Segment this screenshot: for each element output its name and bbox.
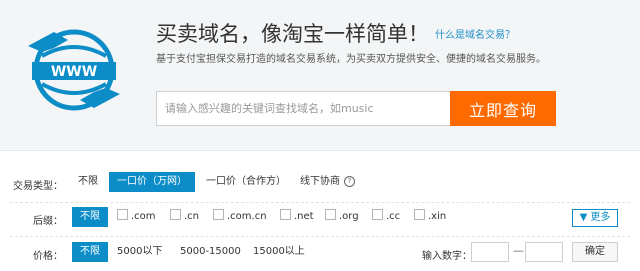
price-label: 价格：	[33, 251, 63, 262]
hero-banner: WWW 买卖域名，像淘宝一样简单！ 什么是域名交易？ 基于支付宝担保交易打造的域名…	[0, 0, 640, 151]
checkbox-icon[interactable]	[325, 209, 336, 220]
checkbox-icon[interactable]	[372, 209, 383, 220]
checkbox-icon[interactable]	[117, 209, 128, 220]
suffix-xin-label: .xin	[428, 211, 447, 222]
checkbox-icon[interactable]	[170, 209, 181, 220]
price-option-5000-15000[interactable]: 5000-15000	[180, 242, 241, 262]
more-suffixes-button[interactable]: ▼ 更多	[572, 209, 618, 227]
www-logo-text: WWW	[51, 64, 97, 80]
suffix-option-com[interactable]: .com	[117, 207, 156, 227]
trade-type-option-fixed-wanwang[interactable]: 一口价（万网）	[109, 172, 195, 192]
number-input-label: 输入数字：	[422, 251, 472, 262]
offline-label: 线下协商	[300, 176, 340, 187]
price-option-any[interactable]: 不限	[72, 242, 108, 262]
suffix-option-com-cn[interactable]: .com.cn	[213, 207, 267, 227]
suffix-filter-row: 后缀： 不限 .com .cn .com.cn .net .org .cc .x…	[10, 202, 630, 237]
price-option-under-5000[interactable]: 5000以下	[117, 242, 162, 262]
suffix-label: 后缀：	[33, 216, 63, 227]
domain-trade-logo-icon: WWW	[24, 18, 124, 118]
search-button[interactable]: 立即查询	[450, 91, 556, 126]
suffix-option-org[interactable]: .org	[325, 207, 359, 227]
hero-subtitle: 基于支付宝担保交易打造的域名交易系统，为买卖双方提供安全、便捷的域名交易服务。	[156, 54, 546, 65]
trade-type-option-fixed-partner[interactable]: 一口价（合作方）	[206, 172, 286, 192]
suffix-option-net[interactable]: .net	[280, 207, 314, 227]
domain-search-input[interactable]	[156, 91, 450, 126]
what-is-domain-trade-link[interactable]: 什么是域名交易？	[435, 30, 515, 41]
price-option-over-15000[interactable]: 15000以上	[253, 242, 305, 262]
suffix-cn-label: .cn	[184, 211, 200, 222]
suffix-net-label: .net	[294, 211, 314, 222]
price-filter-row: 价格： 不限 5000以下 5000-15000 15000以上 输入数字： —…	[10, 238, 630, 268]
confirm-button[interactable]: 确定	[572, 242, 618, 262]
range-dash: —	[513, 244, 524, 257]
suffix-cc-label: .cc	[386, 211, 401, 222]
suffix-com-cn-label: .com.cn	[227, 211, 267, 222]
checkbox-icon[interactable]	[280, 209, 291, 220]
suffix-option-any[interactable]: 不限	[72, 207, 108, 227]
suffix-org-label: .org	[339, 211, 359, 222]
suffix-option-cc[interactable]: .cc	[372, 207, 400, 227]
price-max-input[interactable]	[525, 242, 563, 262]
slogan-text: 买卖域名，像淘宝一样简单！	[156, 22, 429, 46]
trade-type-filter-row: 交易类型： 不限 一口价（万网） 一口价（合作方） 线下协商?	[10, 168, 630, 198]
trade-type-option-offline[interactable]: 线下协商?	[300, 172, 355, 192]
trade-type-option-any[interactable]: 不限	[78, 172, 98, 192]
suffix-option-xin[interactable]: .xin	[414, 207, 446, 227]
trade-type-label: 交易类型：	[13, 181, 63, 192]
checkbox-icon[interactable]	[414, 209, 425, 220]
help-icon[interactable]: ?	[344, 176, 355, 187]
checkbox-icon[interactable]	[213, 209, 224, 220]
hero-slogan: 买卖域名，像淘宝一样简单！ 什么是域名交易？	[156, 18, 515, 48]
suffix-com-label: .com	[131, 211, 156, 222]
suffix-option-cn[interactable]: .cn	[170, 207, 199, 227]
price-min-input[interactable]	[471, 242, 509, 262]
